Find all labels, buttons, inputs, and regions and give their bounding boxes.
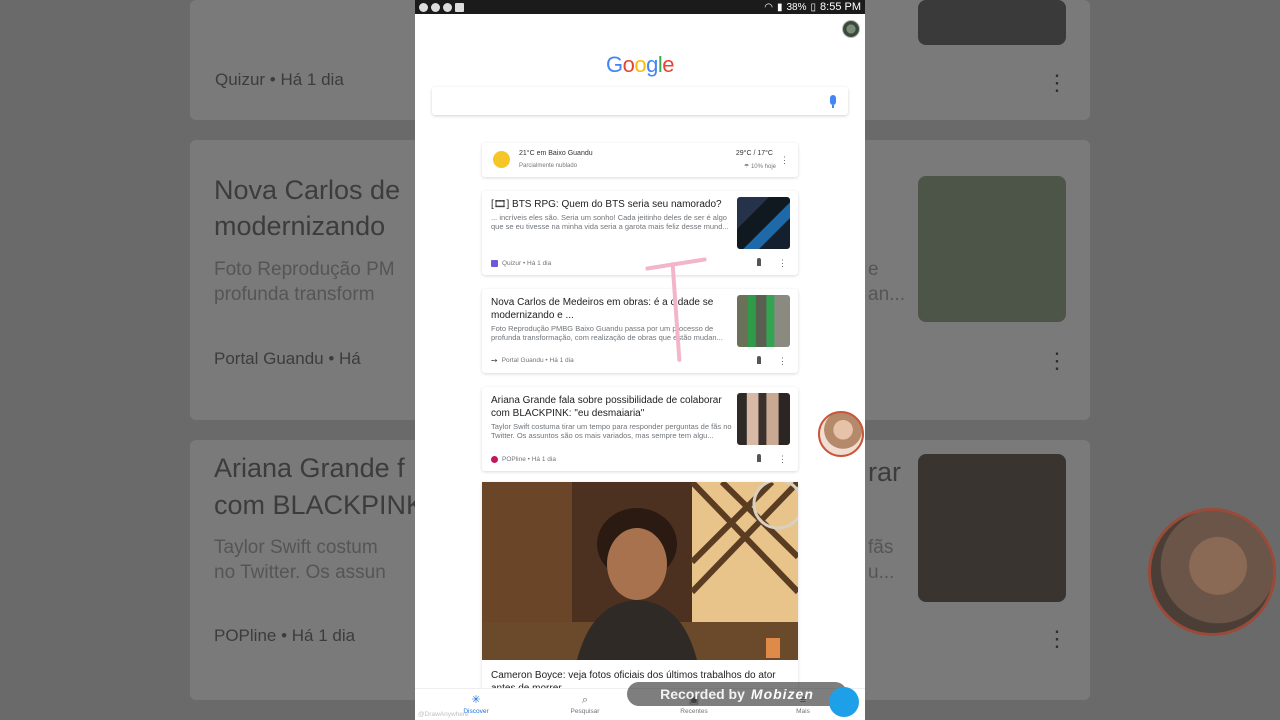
news-headline[interactable]: Nova Carlos de Medeiros em obras: é a ci… (491, 296, 731, 322)
weather-condition: Parcialmente nublado (519, 163, 578, 169)
news-thumbnail[interactable] (737, 295, 790, 347)
bg-kebab-icon: ⋮ (1046, 348, 1068, 373)
floating-action-button[interactable] (829, 687, 859, 717)
notification-icon (443, 2, 452, 12)
search-bar[interactable] (432, 87, 848, 115)
news-snippet: ... incríveis eles são. Seria um sonho! … (491, 213, 729, 231)
bg-source-2: Portal Guandu • Há (214, 349, 361, 368)
news-headline[interactable]: [🎞] BTS RPG: Quem do BTS seria seu namor… (491, 198, 731, 211)
news-headline[interactable]: Ariana Grande fala sobre possibilidade d… (491, 394, 731, 420)
source-icon (491, 456, 498, 463)
logo-letter: g (646, 52, 658, 77)
arrow-icon: ➙ (491, 356, 498, 365)
nav-label: Mais (796, 708, 810, 715)
bg-source-3: POPline • Há 1 dia (214, 626, 356, 645)
bg-snippet-3a: Taylor Swift costum (214, 537, 378, 558)
wifi-icon: ◠ (764, 1, 773, 13)
logo-letter: e (662, 52, 674, 77)
watermark: @DrawAnywhere (418, 711, 469, 718)
phone-screen: ◠ ▮ 38% ▯ 8:55 PM Google 21°C em Baixo G… (415, 0, 865, 720)
recorder-watermark: Recorded by Mobizen (627, 682, 847, 706)
nav-search[interactable]: ⌕ Pesquisar (555, 694, 615, 716)
bg-headline-2a: Nova Carlos de (214, 175, 401, 205)
notification-icons (419, 2, 464, 12)
bg-headline-2b: modernizando (214, 211, 386, 241)
battery-icon: ▯ (810, 1, 817, 13)
profile-avatar[interactable] (842, 20, 860, 38)
bg-headline-3a: Ariana Grande f (214, 453, 405, 483)
notification-icon (455, 2, 464, 12)
news-source: Quizur • Há 1 dia (491, 260, 551, 267)
bg-right-frag: e (868, 259, 879, 280)
mic-icon[interactable] (830, 95, 836, 108)
bg-thumb (918, 454, 1066, 602)
news-source-label: Quizur • Há 1 dia (502, 260, 552, 267)
system-indicators: ◠ ▮ 38% ▯ 8:55 PM (764, 1, 861, 13)
hero-news-card[interactable]: Cameron Boyce: veja fotos oficiais dos ú… (482, 482, 798, 694)
nav-label: Pesquisar (570, 708, 600, 715)
bg-right-frag: fãs (868, 537, 894, 558)
notification-icon (431, 2, 440, 12)
battery-level: 38% (786, 1, 807, 13)
bg-source-1: Quizur • Há 1 dia (215, 70, 344, 89)
asterisk-icon: ✳ (471, 694, 481, 706)
recorder-brand: Mobizen (750, 686, 814, 702)
logo-letter: o (622, 52, 635, 77)
bg-right-frag: u... (868, 562, 895, 583)
bg-snippet-3b: no Twitter. Os assun (214, 562, 386, 583)
bg-kebab-icon: ⋮ (1046, 626, 1068, 651)
google-logo: Google (415, 52, 865, 78)
news-thumbnail[interactable] (737, 393, 790, 445)
bg-snippet-2b: profunda transform (214, 284, 375, 305)
kebab-icon[interactable]: ⋮ (780, 156, 789, 165)
screen: Quizur • Há 1 dia Nova Carlos de moderni… (0, 0, 1280, 720)
news-source: POPline • Há 1 dia (491, 456, 556, 463)
news-card[interactable]: Ariana Grande fala sobre possibilidade d… (482, 387, 798, 471)
bg-thumb (918, 0, 1066, 45)
kebab-icon[interactable]: ⋮ (778, 357, 787, 366)
kebab-icon[interactable]: ⋮ (778, 455, 787, 464)
pin-icon[interactable] (757, 454, 761, 462)
news-source-label: POPline • Há 1 dia (502, 456, 556, 463)
source-icon (491, 260, 498, 267)
bg-snippet-2a: Foto Reprodução PM (214, 259, 395, 280)
pin-icon[interactable] (757, 356, 761, 364)
bg-right-frag: an... (868, 284, 905, 305)
notification-icon (419, 2, 428, 12)
search-icon: ⌕ (581, 694, 589, 706)
pin-icon[interactable] (757, 258, 761, 266)
bg-thumb (918, 176, 1066, 322)
weather-rain: ☂ 10% hoje (743, 164, 776, 170)
news-card[interactable]: [🎞] BTS RPG: Quem do BTS seria seu namor… (482, 191, 798, 275)
news-snippet: Foto Reprodução PMBG Baixo Guandu passa … (491, 324, 723, 342)
floating-camera-bubble[interactable] (818, 411, 864, 457)
bg-right-frag: rar (868, 457, 901, 487)
hero-image[interactable] (482, 482, 798, 660)
clock: 8:55 PM (820, 1, 861, 13)
bg-kebab-icon: ⋮ (1046, 70, 1068, 95)
bg-headline-3b: com BLACKPINK (214, 490, 425, 520)
rain-chance: 10% hoje (750, 164, 776, 170)
weather-card[interactable]: 21°C em Baixo Guandu Parcialmente nublad… (482, 143, 798, 177)
status-bar: ◠ ▮ 38% ▯ 8:55 PM (415, 0, 865, 14)
weather-high-low: 29°C / 17°C (735, 150, 773, 157)
logo-letter: o (634, 52, 647, 77)
news-source: ➙ Portal Guandu • Há 1 dia (491, 356, 574, 365)
news-source-label: Portal Guandu • Há 1 dia (501, 357, 574, 364)
recorded-label: Recorded by (660, 686, 745, 702)
nav-label: Recentes (680, 708, 708, 715)
bg-floating-avatar (1148, 508, 1276, 636)
kebab-icon[interactable]: ⋮ (778, 259, 787, 268)
logo-letter: G (605, 52, 623, 77)
signal-icon: ▮ (776, 1, 783, 13)
news-thumbnail[interactable] (737, 197, 790, 249)
hero-photo-illustration (482, 482, 798, 660)
news-card[interactable]: Nova Carlos de Medeiros em obras: é a ci… (482, 289, 798, 373)
partly-cloudy-icon (493, 151, 510, 168)
news-snippet: Taylor Swift costuma tirar um tempo para… (491, 422, 732, 440)
weather-title: 21°C em Baixo Guandu (519, 150, 593, 157)
